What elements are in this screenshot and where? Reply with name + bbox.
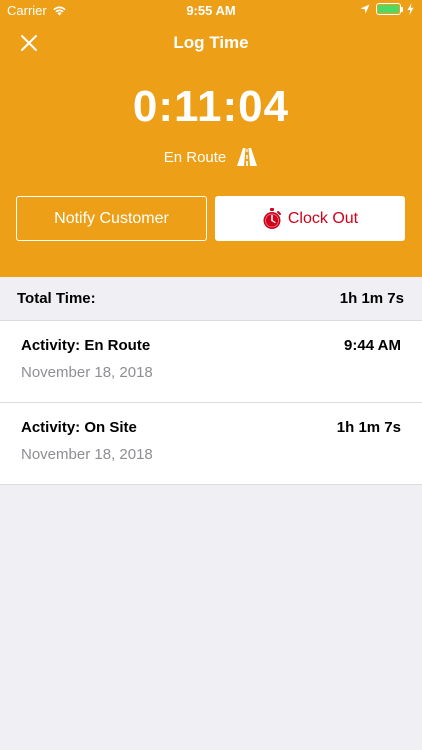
activity-title: Activity: On Site (21, 419, 137, 436)
total-time-label: Total Time: (17, 290, 96, 307)
total-time-value: 1h 1m 7s (339, 290, 404, 307)
activity-row-on-site[interactable]: Activity: On Site 1h 1m 7s November 18, … (0, 403, 422, 485)
location-arrow-icon (360, 4, 370, 14)
road-icon (237, 148, 258, 166)
battery-icon (376, 3, 403, 15)
current-status: En Route (0, 148, 422, 166)
elapsed-timer: 0:11:04 (132, 82, 290, 131)
charging-bolt-icon (407, 3, 414, 15)
activity-time: 1h 1m 7s (336, 419, 401, 436)
clock-out-label: Clock Out (287, 209, 359, 227)
page-title: Log Time (173, 33, 249, 52)
stopwatch-icon (263, 207, 281, 229)
status-time: 9:55 AM (186, 3, 236, 18)
notify-customer-label: Notify Customer (54, 209, 169, 227)
notify-customer-button[interactable]: Notify Customer (16, 196, 207, 241)
activity-date: November 18, 2018 (21, 446, 153, 463)
activity-title: Activity: En Route (21, 337, 151, 354)
activity-row-en-route[interactable]: Activity: En Route 9:44 AM November 18, … (0, 321, 422, 403)
activity-date: November 18, 2018 (21, 364, 153, 381)
total-time-row: Total Time: 1h 1m 7s (0, 277, 422, 321)
status-label: En Route (163, 148, 227, 166)
status-bar: Carrier 9:55 AM (0, 0, 422, 22)
clock-out-button[interactable]: Clock Out (215, 196, 405, 241)
status-right (360, 3, 414, 15)
header: Carrier 9:55 AM Log Time 0:11:04 En Rout… (0, 0, 422, 277)
activity-time: 9:44 AM (344, 337, 401, 354)
